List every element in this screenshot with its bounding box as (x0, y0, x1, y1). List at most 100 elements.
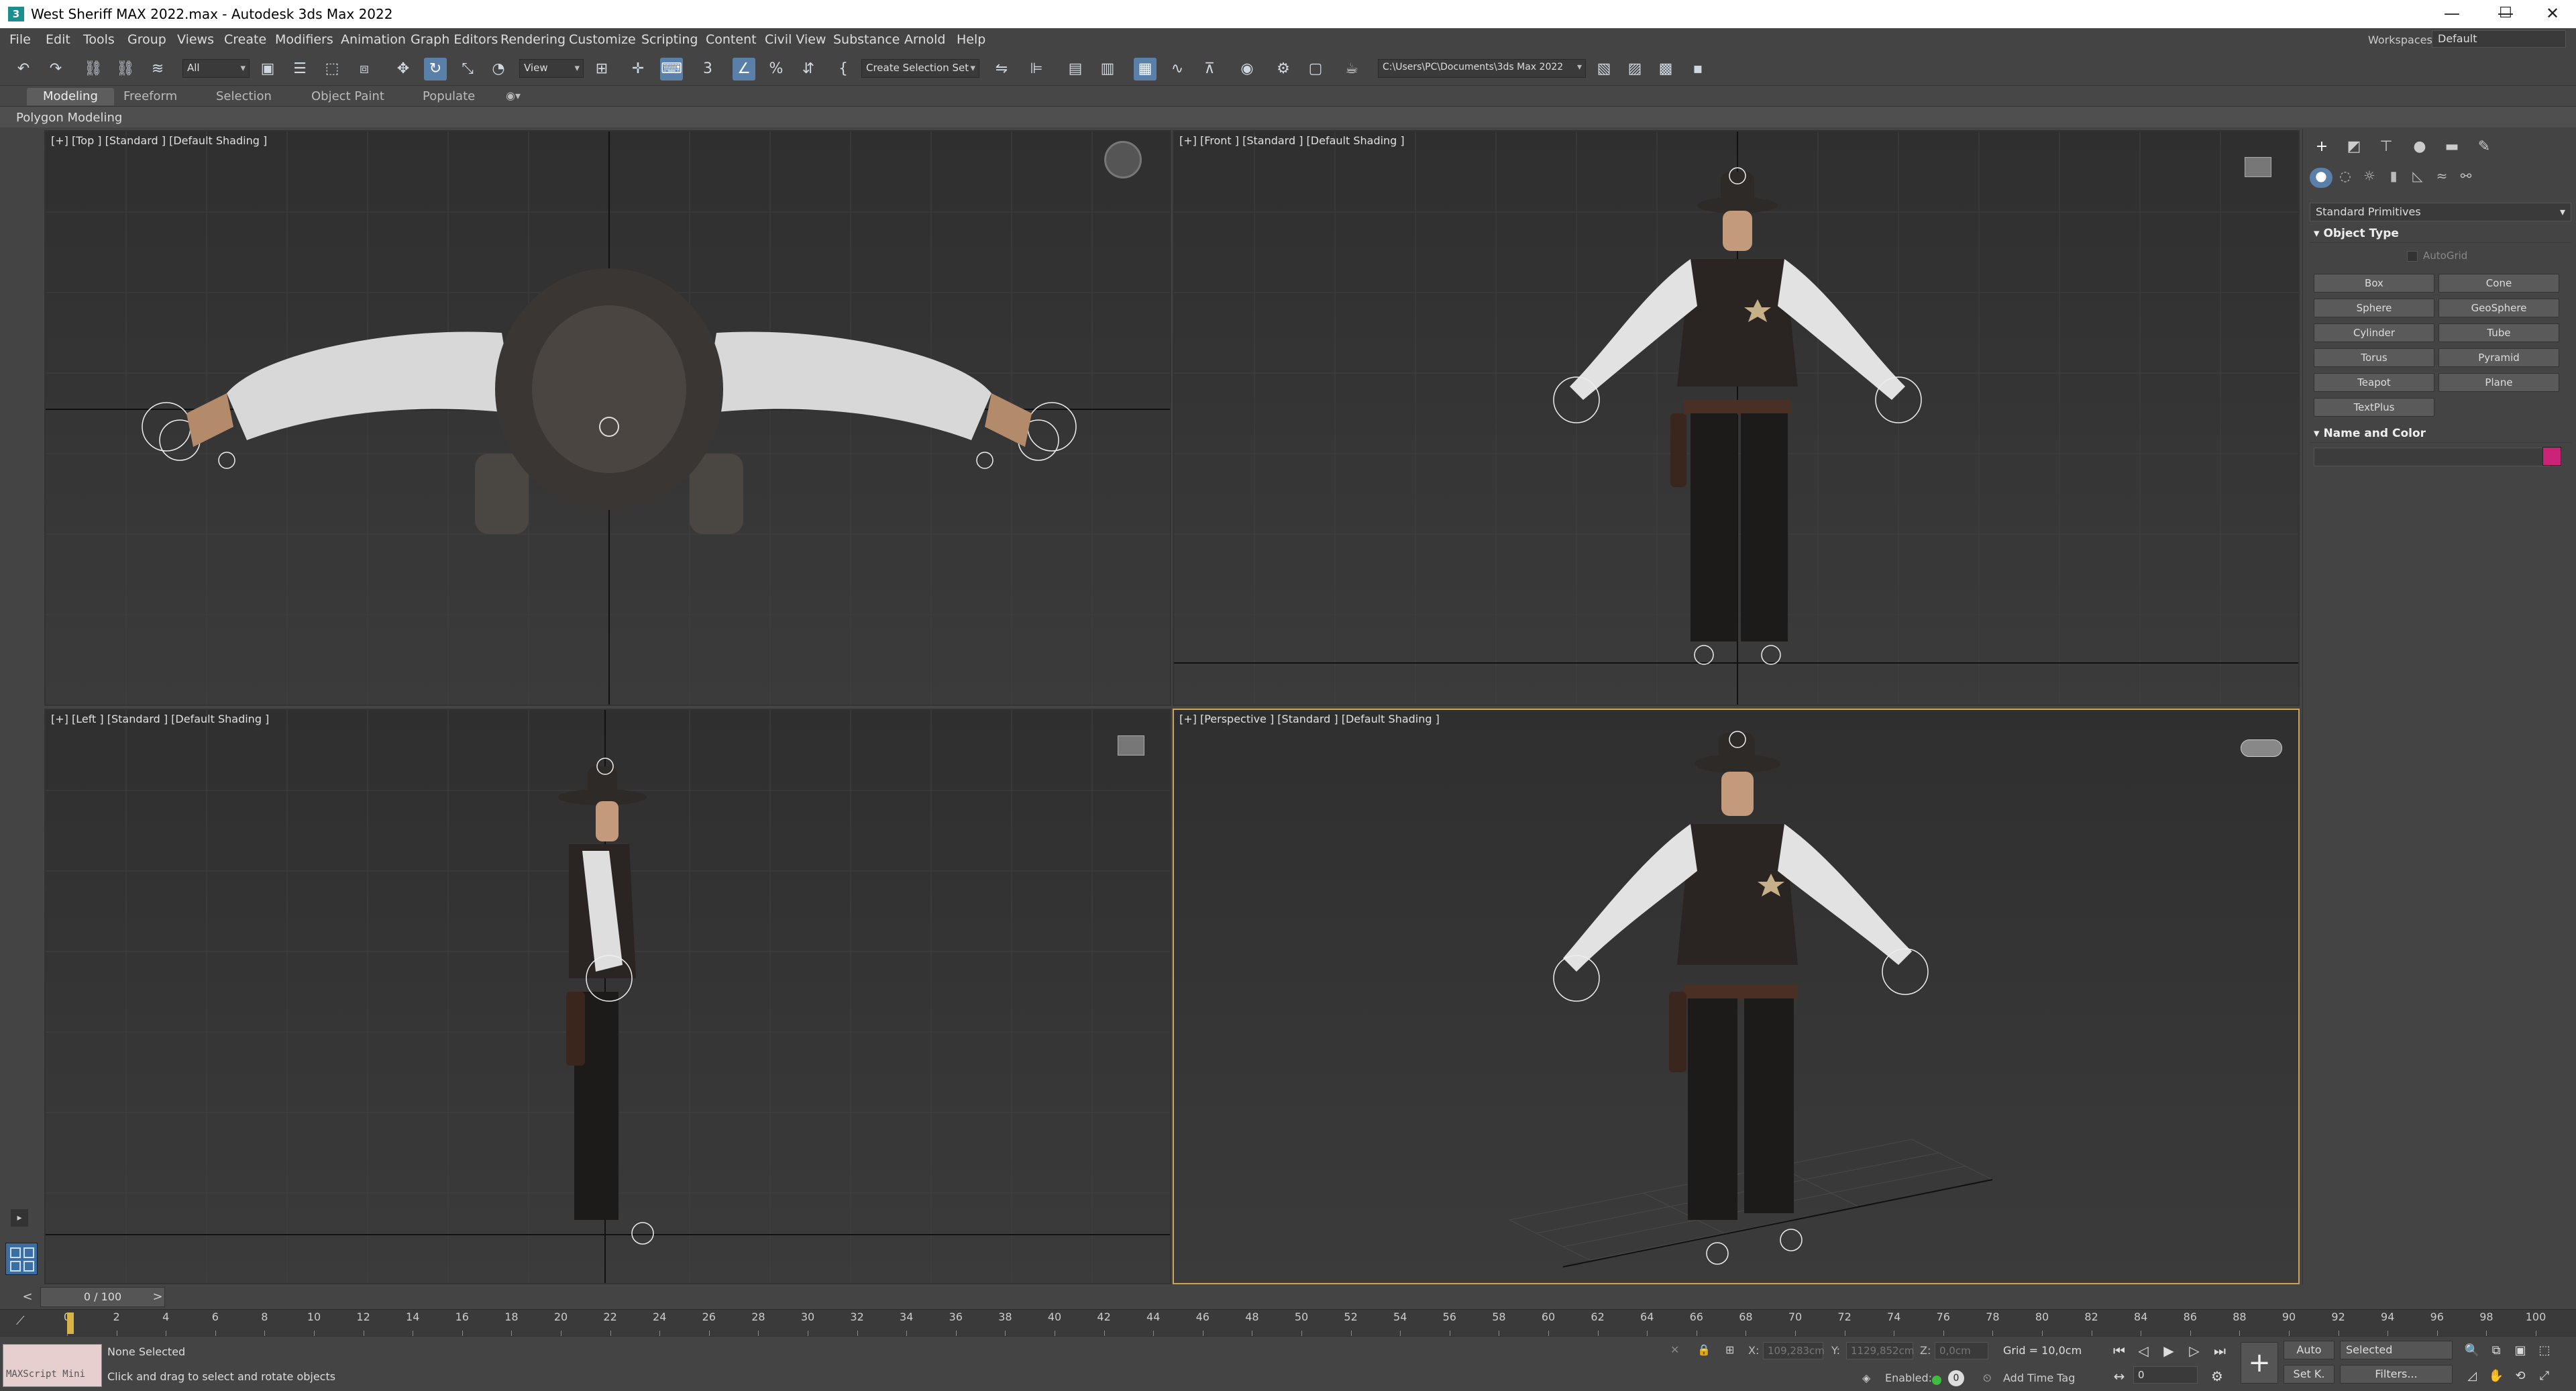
viewport-perspective[interactable]: [+] [Perspective ] [Standard ] [Default … (1173, 709, 2300, 1284)
set-key-icon[interactable]: + (2241, 1342, 2278, 1384)
close-button[interactable]: ✕ (2529, 0, 2576, 28)
bind-space-warp-icon[interactable]: ≋ (146, 58, 169, 81)
workspaces-dropdown[interactable]: Default (2432, 30, 2566, 48)
field-of-view-icon[interactable]: ◿ (2462, 1366, 2482, 1386)
zoom-icon[interactable]: 🔍 (2462, 1341, 2482, 1361)
project-folder-icon[interactable]: ▩ (1654, 58, 1677, 81)
zoom-extents-icon[interactable]: ▣ (2510, 1341, 2530, 1361)
cylinder-button[interactable]: Cylinder (2314, 323, 2434, 342)
select-by-name-icon[interactable]: ☰ (288, 58, 311, 81)
menu-help[interactable]: Help (957, 32, 985, 47)
space-warps-icon[interactable]: ≈ (2430, 168, 2453, 188)
tab-freeform[interactable]: Freeform (107, 88, 193, 105)
time-slider[interactable]: 0 / 100 (40, 1287, 165, 1307)
link-icon[interactable]: ⛓ (82, 58, 105, 81)
menu-graph-editors[interactable]: Graph Editors (411, 32, 498, 47)
place-icon[interactable]: ◔ (487, 58, 510, 81)
cameras-icon[interactable]: ▮ (2382, 168, 2405, 188)
hierarchy-tab-icon[interactable]: ⊤ (2374, 138, 2398, 160)
orbit-icon[interactable]: ⟲ (2510, 1366, 2530, 1386)
viewport-left[interactable]: [+] [Left ] [Standard ] [Default Shading… (44, 709, 1171, 1284)
curve-editor-icon[interactable]: ∿ (1166, 58, 1189, 81)
cone-button[interactable]: Cone (2438, 274, 2559, 293)
box-button[interactable]: Box (2314, 274, 2434, 293)
shapes-icon[interactable]: ◌ (2334, 168, 2357, 188)
time-slider-prev-icon[interactable]: < (19, 1287, 36, 1307)
maximize-button[interactable]: ☐ (2482, 0, 2529, 28)
minimize-button[interactable]: — (2428, 0, 2475, 28)
snaps-toggle-icon[interactable]: 3 (696, 58, 719, 81)
geosphere-button[interactable]: GeoSphere (2438, 299, 2559, 317)
tab-populate[interactable]: Populate (407, 88, 491, 105)
project-settings-icon[interactable]: ▪ (1686, 58, 1709, 81)
adaptive-degradation-icon[interactable]: ◈ (1862, 1372, 1870, 1384)
time-tag-icon[interactable]: ⏲ (1983, 1372, 1991, 1385)
z-coord-field[interactable]: 0,0cm (1935, 1342, 1988, 1359)
previous-frame-icon[interactable]: ◁ (2133, 1341, 2153, 1361)
name-and-color-rollout[interactable]: ▾ Name and Color (2310, 424, 2571, 443)
undo-icon[interactable]: ↶ (12, 58, 35, 81)
menu-group[interactable]: Group (127, 32, 166, 47)
maximize-viewport-icon[interactable]: ⤢ (2534, 1366, 2555, 1386)
open-explorer-icon[interactable]: ▧ (1593, 58, 1615, 81)
unlink-icon[interactable]: ⛓ (114, 58, 137, 81)
selection-filter-dropdown[interactable]: All (182, 59, 250, 78)
absolute-mode-icon[interactable]: ⊞ (1725, 1343, 1734, 1356)
isolate-selection-icon[interactable]: ✕ (1670, 1343, 1679, 1356)
menu-views[interactable]: Views (177, 32, 214, 47)
viewcube-icon[interactable] (2241, 739, 2282, 757)
zoom-extents-all-icon[interactable]: ⬚ (2534, 1341, 2555, 1361)
auto-key-button[interactable]: Auto (2284, 1341, 2334, 1359)
redo-icon[interactable]: ↷ (44, 58, 67, 81)
teapot-button[interactable]: Teapot (2314, 373, 2434, 392)
viewcube-icon[interactable] (1104, 141, 1142, 178)
helpers-icon[interactable]: ◺ (2406, 168, 2429, 188)
time-config-icon[interactable]: ⚙ (2207, 1366, 2227, 1386)
display-tab-icon[interactable]: ▬ (2440, 138, 2464, 160)
y-coord-field[interactable]: 1129,852cm (1846, 1342, 1914, 1359)
project-path-dropdown[interactable]: C:\Users\PC\Documents\3ds Max 2022 (1378, 59, 1586, 78)
render-teapot-icon[interactable]: ☕ (1340, 58, 1363, 81)
go-to-start-icon[interactable]: ⏮ (2109, 1341, 2129, 1361)
maxscript-listener[interactable]: MAXScript Mini (3, 1344, 102, 1387)
expand-layout-icon[interactable]: ▸ (11, 1209, 28, 1227)
render-setup-icon[interactable]: ⚙ (1272, 58, 1295, 81)
align-icon[interactable]: ⊫ (1025, 58, 1048, 81)
tube-button[interactable]: Tube (2438, 323, 2559, 342)
sphere-button[interactable]: Sphere (2314, 299, 2434, 317)
layer-explorer-icon[interactable]: ▥ (1096, 58, 1119, 81)
scene-explorer-icon[interactable]: ▤ (1064, 58, 1087, 81)
rotate-icon[interactable]: ↻ (424, 58, 447, 81)
zoom-all-icon[interactable]: ⧉ (2486, 1341, 2506, 1361)
menu-animation[interactable]: Animation (341, 32, 406, 47)
manipulate-icon[interactable]: ✛ (627, 58, 649, 81)
primitive-type-dropdown[interactable]: Standard Primitives (2310, 203, 2571, 221)
menu-file[interactable]: File (9, 32, 31, 47)
mirror-icon[interactable]: ⇋ (990, 58, 1013, 81)
select-object-icon[interactable]: ▣ (256, 58, 279, 81)
playhead-marker[interactable] (67, 1312, 74, 1334)
move-icon[interactable]: ✥ (392, 58, 415, 81)
x-coord-field[interactable]: 109,283cm (1763, 1342, 1825, 1359)
key-filters-button[interactable]: Filters... (2340, 1365, 2453, 1384)
open-project-icon[interactable]: ▨ (1623, 58, 1646, 81)
ribbon-toggle-icon[interactable]: ▦ (1134, 58, 1157, 81)
current-frame-field[interactable]: 0 (2133, 1366, 2198, 1384)
key-mode-icon[interactable]: ↔ (2109, 1366, 2129, 1386)
viewcube-icon[interactable] (2245, 157, 2271, 177)
tab-modeling[interactable]: Modeling (27, 88, 114, 105)
pyramid-button[interactable]: Pyramid (2438, 348, 2559, 367)
rect-selection-icon[interactable]: ⬚ (321, 58, 343, 81)
viewcube-icon[interactable] (1118, 735, 1144, 756)
time-slider-next-icon[interactable]: > (149, 1287, 166, 1307)
pan-icon[interactable]: ✋ (2486, 1366, 2506, 1386)
reference-coordinate-dropdown[interactable]: View (519, 59, 584, 78)
menu-scripting[interactable]: Scripting (641, 32, 698, 47)
viewport-front-label[interactable]: [+] [Front ] [Standard ] [Default Shadin… (1179, 134, 1405, 147)
enabled-counter[interactable]: 0 (1948, 1370, 1964, 1386)
geometry-icon[interactable]: ● (2310, 168, 2332, 188)
motion-tab-icon[interactable]: ● (2408, 138, 2432, 160)
next-frame-icon[interactable]: ▷ (2184, 1341, 2204, 1361)
viewport-top-label[interactable]: [+] [Top ] [Standard ] [Default Shading … (51, 134, 267, 147)
menu-edit[interactable]: Edit (46, 32, 70, 47)
